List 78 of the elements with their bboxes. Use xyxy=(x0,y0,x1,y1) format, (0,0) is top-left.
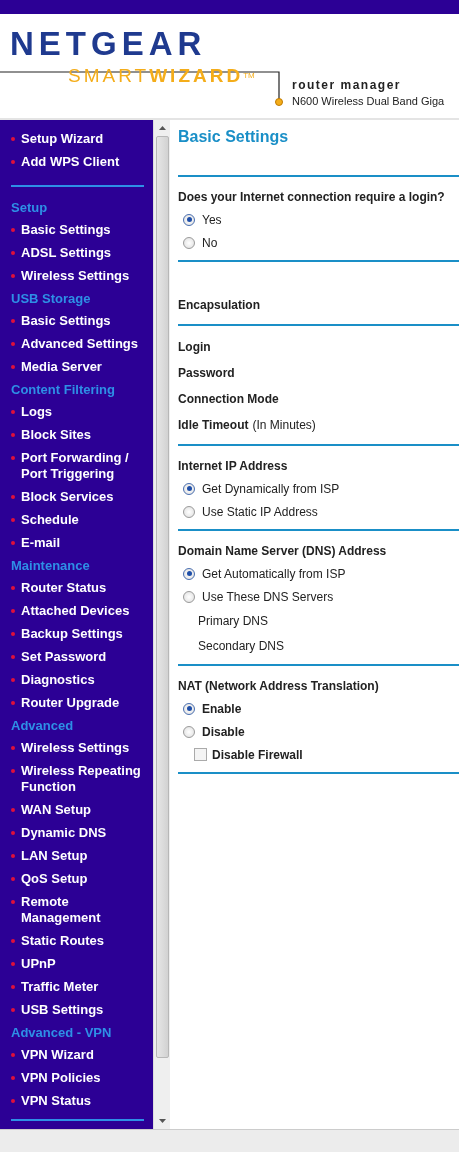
radio-label: No xyxy=(202,235,218,250)
nav-link[interactable]: Schedule xyxy=(0,509,153,532)
nav-link[interactable]: Wireless Settings xyxy=(0,737,153,760)
checkbox[interactable] xyxy=(194,748,207,761)
nav-link[interactable]: Port Forwarding / Port Triggering xyxy=(0,447,153,486)
nav-link[interactable]: USB Settings xyxy=(0,999,153,1022)
radio-label: Yes xyxy=(202,212,222,227)
nav-link[interactable]: Wireless Settings xyxy=(0,265,153,288)
scroll-down-icon[interactable] xyxy=(158,1119,166,1123)
scrollbar[interactable] xyxy=(153,120,170,1129)
nav-link[interactable]: Block Services xyxy=(0,486,153,509)
radio-label: Use Static IP Address xyxy=(202,504,318,519)
nav-link[interactable]: Remote Management xyxy=(0,891,153,930)
radio-label: Disable xyxy=(202,724,245,739)
nav-link[interactable]: VPN Wizard xyxy=(0,1044,153,1067)
nav-heading: Maintenance xyxy=(10,557,91,575)
nav-heading: Advanced xyxy=(10,717,75,735)
radio-button[interactable] xyxy=(183,482,195,495)
radio-label: Get Dynamically from ISP xyxy=(202,481,340,496)
field-label: Connection Mode xyxy=(178,392,279,406)
logo-brand: NETGEAR xyxy=(10,26,207,62)
nav-link[interactable]: ADSL Settings xyxy=(0,242,153,265)
nav-link[interactable]: Backup Settings xyxy=(0,623,153,646)
field-note: (In Minutes) xyxy=(252,418,316,432)
radio-button[interactable] xyxy=(183,590,195,603)
radio-button[interactable] xyxy=(183,213,195,226)
nav-link[interactable]: LAN Setup xyxy=(0,845,153,868)
nav-heading: Advanced - VPN xyxy=(10,1024,113,1042)
header-subtitle: router manager xyxy=(292,78,402,92)
nav-link[interactable]: Media Server xyxy=(0,356,153,379)
nav-link[interactable]: Setup Wizard xyxy=(0,128,153,151)
radio-button[interactable] xyxy=(183,725,195,738)
radio-label: Enable xyxy=(202,701,242,716)
question-label: Domain Name Server (DNS) Address xyxy=(178,543,387,558)
question-label: Does your Internet connection require a login? xyxy=(178,189,445,204)
nav-link[interactable]: VPN Policies xyxy=(0,1067,153,1090)
nav-link[interactable]: VPN Status xyxy=(0,1090,153,1113)
nav-link[interactable]: Basic Settings xyxy=(0,310,153,333)
radio-label: Get Automatically from ISP xyxy=(202,566,346,581)
field-label: Idle Timeout xyxy=(178,418,249,432)
nav-link[interactable]: Advanced Settings xyxy=(0,333,153,356)
nav-link[interactable]: UPnP xyxy=(0,953,153,976)
nav-link[interactable]: E-mail xyxy=(0,532,153,555)
question-label: Internet IP Address xyxy=(178,458,288,473)
checkbox-label: Disable Firewall xyxy=(212,747,303,762)
page-title: Basic Settings xyxy=(178,128,289,145)
nav-link[interactable]: Attached Devices xyxy=(0,600,153,623)
nav-link[interactable]: Block Sites xyxy=(0,424,153,447)
field-label: Primary DNS xyxy=(198,613,268,628)
nav-link[interactable]: Static Routes xyxy=(0,930,153,953)
radio-button[interactable] xyxy=(183,702,195,715)
radio-button[interactable] xyxy=(183,505,195,518)
scroll-up-icon[interactable] xyxy=(158,126,166,130)
question-label: NAT (Network Address Translation) xyxy=(178,678,379,693)
nav-heading: Setup xyxy=(10,199,49,217)
nav-link[interactable]: Add WPS Client xyxy=(0,151,153,174)
field-label: Password xyxy=(178,366,235,380)
scroll-thumb[interactable] xyxy=(155,136,169,1058)
radio-label: Use These DNS Servers xyxy=(202,589,334,604)
nav-link[interactable]: Dynamic DNS xyxy=(0,822,153,845)
nav-link[interactable]: Wireless Repeating Function xyxy=(0,760,153,799)
nav-link[interactable]: Logs xyxy=(0,401,153,424)
nav-link[interactable]: QoS Setup xyxy=(0,868,153,891)
nav-link[interactable]: Router Upgrade xyxy=(0,692,153,715)
nav-link[interactable]: WAN Setup xyxy=(0,799,153,822)
nav-link[interactable]: Diagnostics xyxy=(0,669,153,692)
nav-link[interactable]: Traffic Meter xyxy=(0,976,153,999)
nav-link[interactable]: Router Status xyxy=(0,577,153,600)
radio-button[interactable] xyxy=(183,236,195,249)
nav-link[interactable]: Basic Settings xyxy=(0,219,153,242)
model-name: N600 Wireless Dual Band Giga xyxy=(292,95,445,107)
nav-link[interactable]: Set Password xyxy=(0,646,153,669)
nav-heading: Content Filtering xyxy=(10,381,116,399)
field-label: Secondary DNS xyxy=(198,638,285,653)
field-label: Login xyxy=(178,340,211,354)
radio-button[interactable] xyxy=(183,567,195,580)
nav-heading: USB Storage xyxy=(10,290,92,308)
field-label: Encapsulation xyxy=(178,298,260,312)
